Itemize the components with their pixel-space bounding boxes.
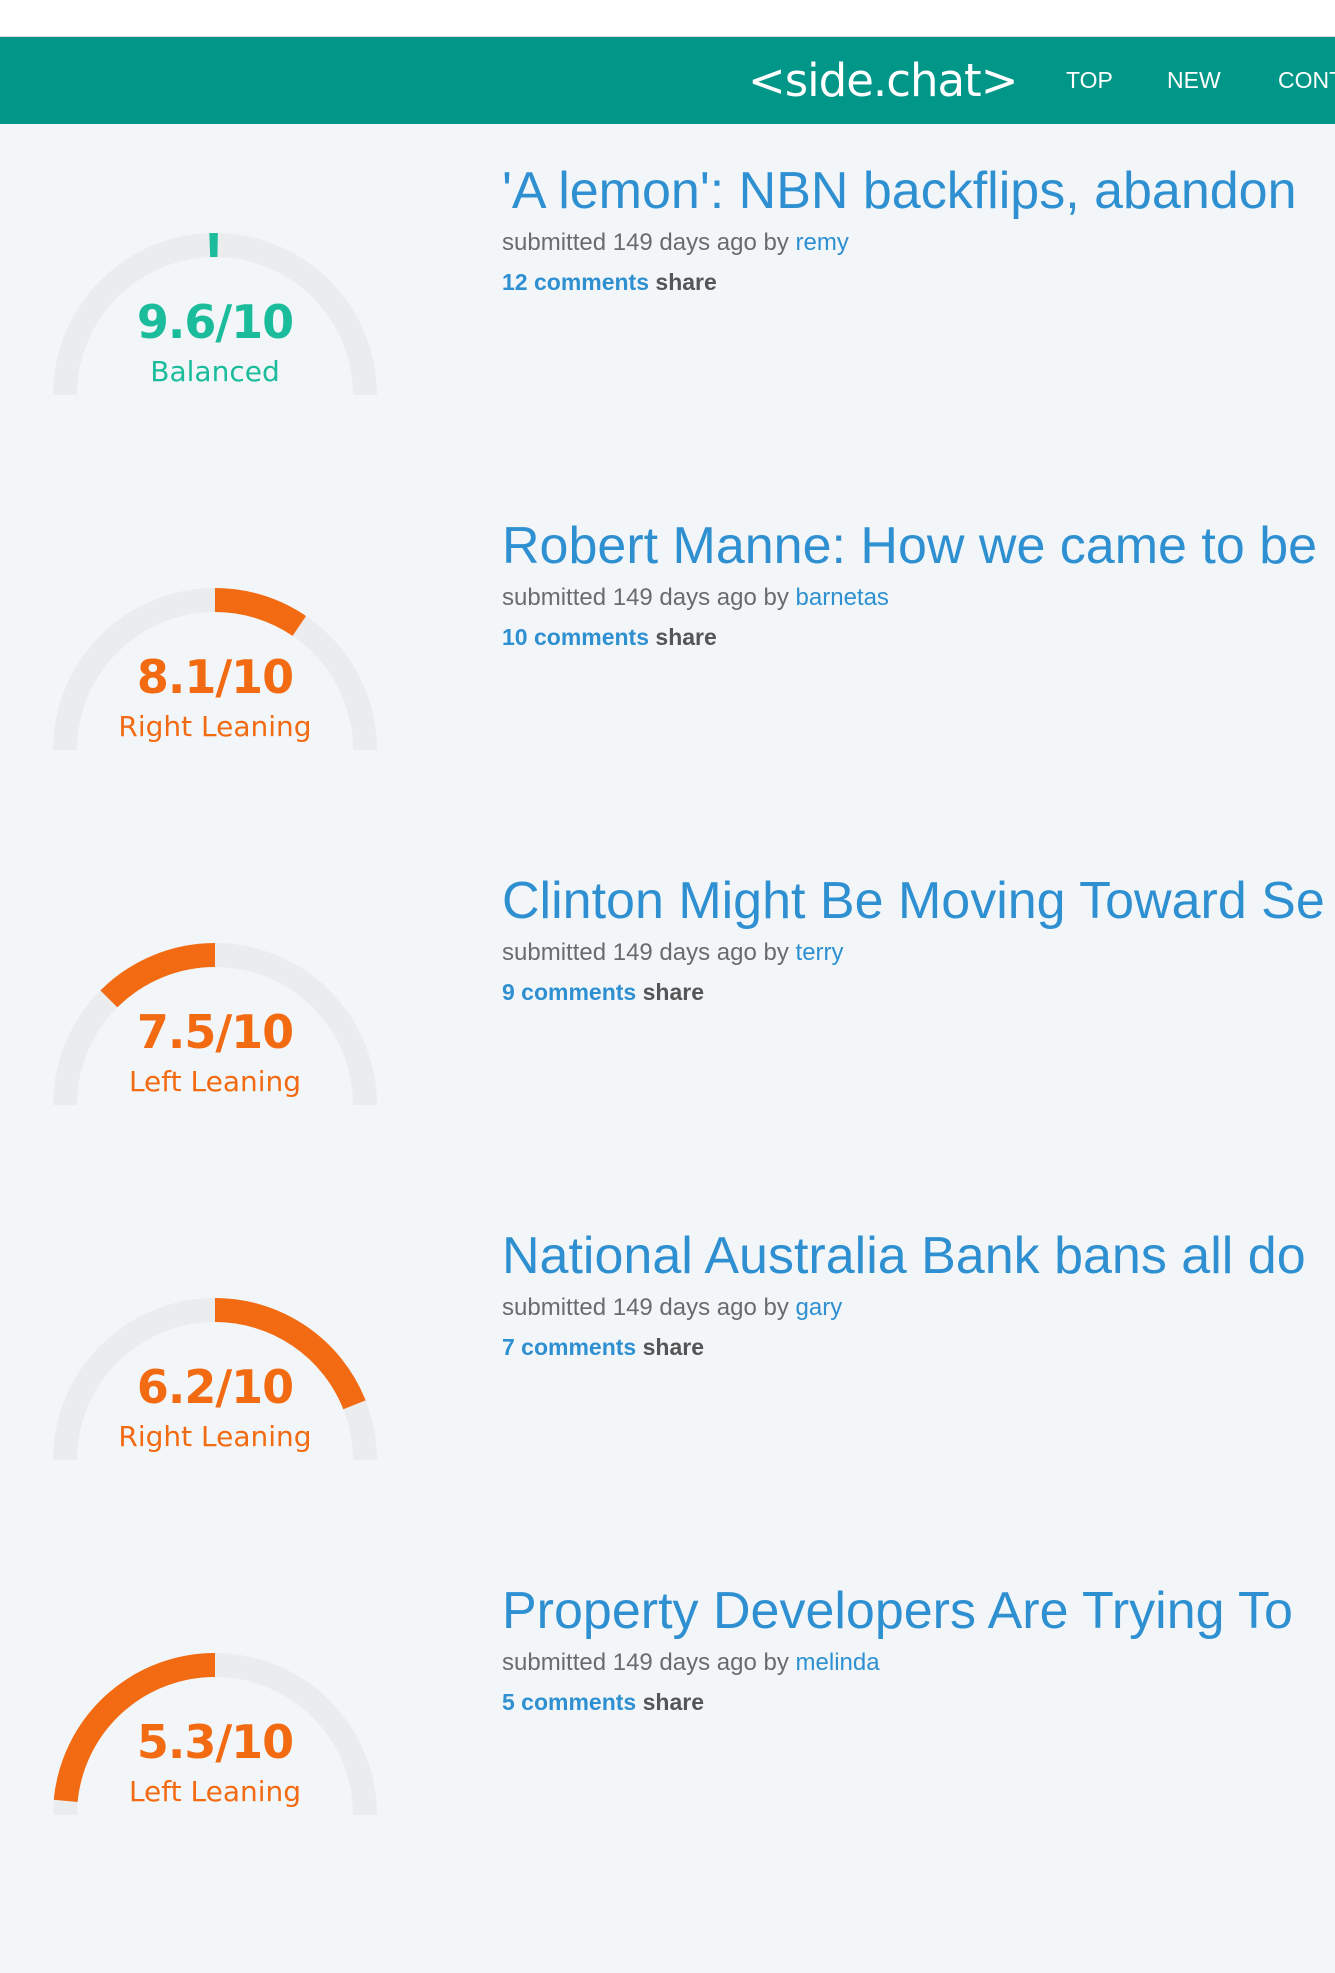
bias-label: Balanced [150,355,280,388]
share-link[interactable]: share [655,624,716,650]
meta-text: submitted 149 days ago by [502,1649,789,1676]
post-item: 9.6/10 Balanced 'A lemon': NBN backflips… [0,160,1335,515]
bias-score: 6.2/10 [136,1360,294,1414]
author-link[interactable]: gary [796,1294,843,1321]
bias-gauge: 8.1/10 Right Leaning [40,580,390,780]
bias-label: Right Leaning [118,1420,312,1453]
bias-score: 5.3/10 [136,1715,294,1769]
post-actions: 12 comments share [502,267,717,297]
bias-gauge: 7.5/10 Left Leaning [40,935,390,1135]
author-link[interactable]: melinda [796,1649,880,1676]
bias-label: Right Leaning [118,710,312,743]
share-link[interactable]: share [643,979,704,1005]
bias-label: Left Leaning [128,1065,302,1098]
meta-text: submitted 149 days ago by [502,229,789,256]
site-logo[interactable]: <side.chat> [748,37,1018,124]
meta-text: submitted 149 days ago by [502,939,789,966]
bias-score: 8.1/10 [136,650,294,704]
post-actions: 10 comments share [502,622,717,652]
nav-new[interactable]: NEW [1167,37,1221,124]
post-meta: submitted 149 days ago by melinda [502,1648,880,1678]
post-meta: submitted 149 days ago by remy [502,228,849,258]
bias-score: 7.5/10 [136,1005,294,1059]
author-link[interactable]: remy [796,229,849,256]
post-title-link[interactable]: 'A lemon': NBN backflips, abandon [502,160,1297,222]
comments-link[interactable]: 7 comments [502,1334,636,1360]
author-link[interactable]: terry [796,939,844,966]
post-meta: submitted 149 days ago by terry [502,938,844,968]
post-title-link[interactable]: Property Developers Are Trying To [502,1580,1293,1642]
share-link[interactable]: share [655,269,716,295]
meta-text: submitted 149 days ago by [502,584,789,611]
nav-top[interactable]: TOP [1066,37,1113,124]
author-link[interactable]: barnetas [796,584,889,611]
post-meta: submitted 149 days ago by gary [502,1293,842,1323]
post-item: 8.1/10 Right Leaning Robert Manne: How w… [0,515,1335,870]
comments-link[interactable]: 5 comments [502,1689,636,1715]
bias-gauge: 9.6/10 Balanced [40,225,390,425]
bias-gauge: 5.3/10 Left Leaning [40,1645,390,1845]
post-title-link[interactable]: Robert Manne: How we came to be [502,515,1317,577]
post-title-link[interactable]: Clinton Might Be Moving Toward Se [502,870,1325,932]
gauge-fill [100,943,216,1008]
bias-score: 9.6/10 [136,295,294,349]
browser-top-strip [0,0,1335,37]
gauge-fill [214,588,307,637]
post-actions: 7 comments share [502,1332,704,1362]
post-actions: 5 comments share [502,1687,704,1717]
post-title-link[interactable]: National Australia Bank bans all do [502,1225,1306,1287]
bias-label: Left Leaning [128,1775,302,1808]
meta-text: submitted 149 days ago by [502,1294,789,1321]
comments-link[interactable]: 9 comments [502,979,636,1005]
post-item: 5.3/10 Left Leaning Property Developers … [0,1580,1335,1935]
post-item: 6.2/10 Right Leaning National Australia … [0,1225,1335,1580]
post-meta: submitted 149 days ago by barnetas [502,583,889,613]
share-link[interactable]: share [643,1689,704,1715]
share-link[interactable]: share [643,1334,704,1360]
bias-gauge: 6.2/10 Right Leaning [40,1290,390,1490]
comments-link[interactable]: 10 comments [502,624,649,650]
navbar: <side.chat> TOP NEW CONT [0,37,1335,124]
comments-link[interactable]: 12 comments [502,269,649,295]
post-item: 7.5/10 Left Leaning Clinton Might Be Mov… [0,870,1335,1225]
nav-contribute[interactable]: CONT [1278,37,1335,124]
post-actions: 9 comments share [502,977,704,1007]
